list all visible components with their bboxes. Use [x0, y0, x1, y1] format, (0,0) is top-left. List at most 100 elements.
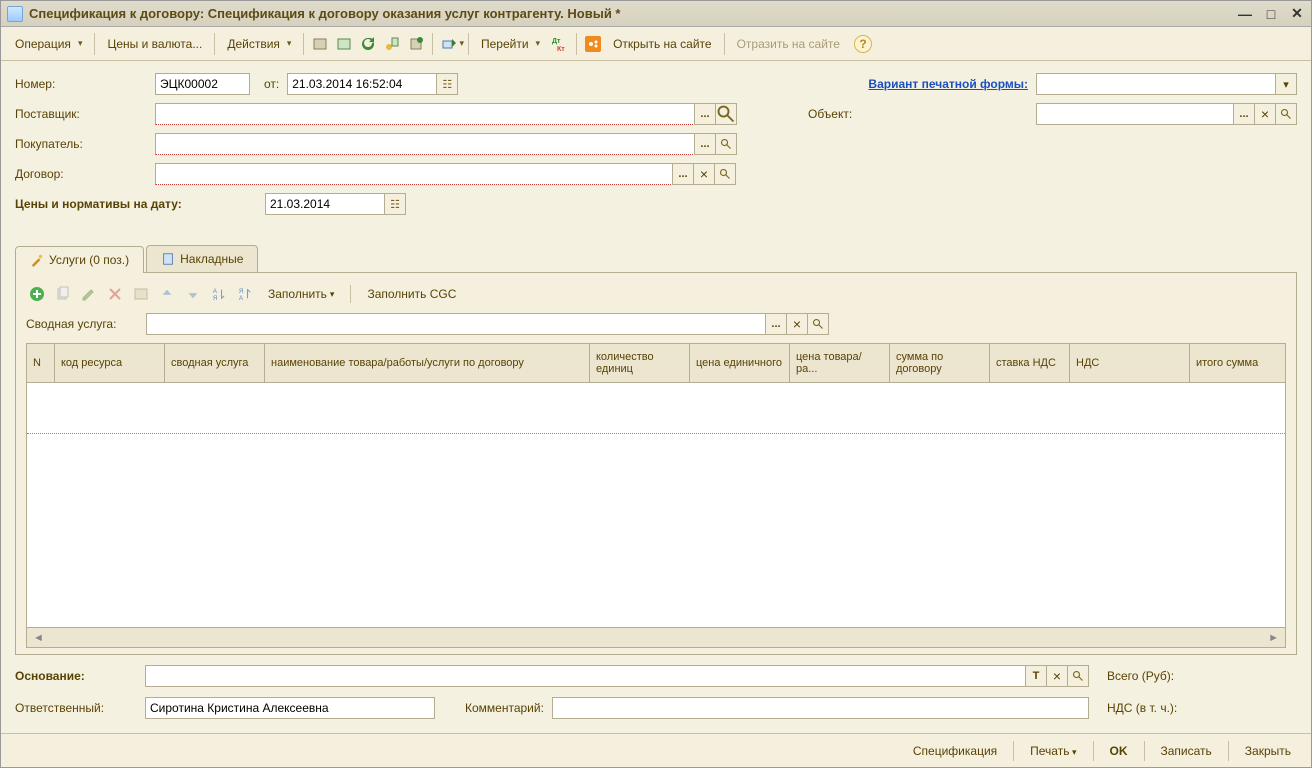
col-unit-price[interactable]: цена единичного: [690, 344, 790, 382]
col-n[interactable]: N: [27, 344, 55, 382]
select-icon[interactable]: [694, 103, 716, 125]
button-bar: Спецификация Печать OK Записать Закрыть: [1, 733, 1311, 767]
invoice-icon: [161, 252, 175, 266]
search-icon[interactable]: [807, 313, 829, 335]
separator: [1093, 741, 1094, 761]
close-button[interactable]: ✕: [1289, 6, 1305, 22]
minimize-button[interactable]: —: [1237, 6, 1253, 22]
supplier-input[interactable]: [155, 103, 695, 125]
toolbar-icon-4[interactable]: [382, 34, 402, 54]
prices-date-input[interactable]: [265, 193, 385, 215]
clear-icon[interactable]: [786, 313, 808, 335]
responsible-label: Ответственный:: [15, 701, 145, 715]
edit-icon: [78, 283, 100, 305]
select-icon[interactable]: [672, 163, 694, 185]
toolbar-icon-5[interactable]: [406, 34, 426, 54]
close-window-button[interactable]: Закрыть: [1235, 740, 1301, 762]
fill-cgc-button[interactable]: Заполнить CGC: [359, 284, 464, 304]
goto-menu[interactable]: Перейти: [473, 33, 548, 55]
toolbar-icon-6[interactable]: [439, 34, 459, 54]
separator: [350, 285, 351, 303]
col-summary[interactable]: сводная услуга: [165, 344, 265, 382]
buyer-input[interactable]: [155, 133, 695, 155]
dropdown-arrow-icon[interactable]: ▾: [459, 38, 464, 49]
tab-panel: АЯ ЯА Заполнить▾ Заполнить CGC Сводная у…: [15, 272, 1297, 655]
basis-label: Основание:: [15, 669, 145, 683]
col-total[interactable]: итого сумма: [1190, 344, 1285, 382]
tab-services[interactable]: Услуги (0 поз.): [15, 246, 144, 273]
responsible-input[interactable]: [145, 697, 435, 719]
add-icon[interactable]: [26, 283, 48, 305]
delete-icon: [104, 283, 126, 305]
refresh-icon[interactable]: [358, 34, 378, 54]
select-icon[interactable]: [694, 133, 716, 155]
calendar-icon[interactable]: [436, 73, 458, 95]
titlebar: Спецификация к договору: Спецификация к …: [1, 1, 1311, 27]
scroll-right-icon[interactable]: ►: [1268, 632, 1279, 644]
search-icon[interactable]: [1275, 103, 1297, 125]
comment-input[interactable]: [552, 697, 1089, 719]
scroll-left-icon[interactable]: ◄: [33, 632, 44, 644]
basis-input[interactable]: [145, 665, 1026, 687]
select-icon[interactable]: [765, 313, 787, 335]
copy-icon: [52, 283, 74, 305]
prices-date-label: Цены и нормативы на дату:: [15, 197, 265, 211]
col-name[interactable]: наименование товара/работы/услуги по дог…: [265, 344, 590, 382]
search-icon[interactable]: [715, 103, 737, 125]
comment-label: Комментарий:: [465, 701, 544, 715]
sort-asc-icon[interactable]: АЯ: [208, 283, 230, 305]
number-input[interactable]: [155, 73, 250, 95]
select-icon[interactable]: [1233, 103, 1255, 125]
print-variant-label[interactable]: Вариант печатной формы:: [868, 77, 1028, 91]
save-button[interactable]: Записать: [1151, 740, 1222, 762]
date-input[interactable]: [287, 73, 437, 95]
clear-icon[interactable]: [1046, 665, 1068, 687]
clear-icon[interactable]: [1254, 103, 1276, 125]
fill-menu[interactable]: Заполнить▾: [260, 284, 342, 304]
object-input[interactable]: [1036, 103, 1234, 125]
settings-icon: [130, 283, 152, 305]
print-variant-input[interactable]: [1036, 73, 1276, 95]
contract-input[interactable]: [155, 163, 673, 185]
footer-form: Основание: T Всего (Руб): Ответственный:…: [1, 655, 1311, 733]
help-icon[interactable]: ?: [854, 35, 872, 53]
grid-scrollbar[interactable]: ◄ ►: [27, 627, 1285, 647]
text-icon[interactable]: T: [1025, 665, 1047, 687]
summary-service-input[interactable]: [146, 313, 766, 335]
tab-services-label: Услуги (0 поз.): [49, 253, 129, 267]
search-icon[interactable]: [715, 133, 737, 155]
col-sum[interactable]: сумма по договору: [890, 344, 990, 382]
operation-menu[interactable]: Операция: [7, 33, 90, 55]
form-area: Номер: от: Вариант печатной формы: ▾: [1, 61, 1311, 227]
col-qty[interactable]: количество единиц: [590, 344, 690, 382]
col-res-code[interactable]: код ресурса: [55, 344, 165, 382]
col-item-price[interactable]: цена товара/ра...: [790, 344, 890, 382]
open-on-site-button[interactable]: Открыть на сайте: [605, 33, 720, 55]
search-icon[interactable]: [1067, 665, 1089, 687]
prices-currency-button[interactable]: Цены и валюта...: [99, 33, 210, 55]
number-label: Номер:: [15, 77, 155, 91]
col-vat[interactable]: НДС: [1070, 344, 1190, 382]
site-icon: [583, 34, 603, 54]
dropdown-icon[interactable]: ▾: [1275, 73, 1297, 95]
calendar-icon[interactable]: [384, 193, 406, 215]
toolbar-icon-2[interactable]: [334, 34, 354, 54]
grid-body[interactable]: [27, 383, 1285, 627]
tab-invoices[interactable]: Накладные: [146, 245, 258, 272]
actions-menu[interactable]: Действия: [219, 33, 299, 55]
print-menu[interactable]: Печать: [1020, 740, 1086, 762]
toolbar-icon-1[interactable]: [310, 34, 330, 54]
separator: [1144, 741, 1145, 761]
col-vat-rate[interactable]: ставка НДС: [990, 344, 1070, 382]
svg-text:Я: Я: [213, 295, 217, 301]
sort-desc-icon[interactable]: ЯА: [234, 283, 256, 305]
maximize-button[interactable]: □: [1263, 6, 1279, 22]
dt-kt-icon[interactable]: ДтКт: [550, 34, 570, 54]
ok-button[interactable]: OK: [1100, 740, 1138, 762]
clear-icon[interactable]: [693, 163, 715, 185]
total-label: Всего (Руб):: [1107, 669, 1297, 683]
document-icon: [7, 6, 23, 22]
specification-button[interactable]: Спецификация: [903, 740, 1007, 762]
object-label: Объект:: [808, 107, 1028, 121]
search-icon[interactable]: [714, 163, 736, 185]
